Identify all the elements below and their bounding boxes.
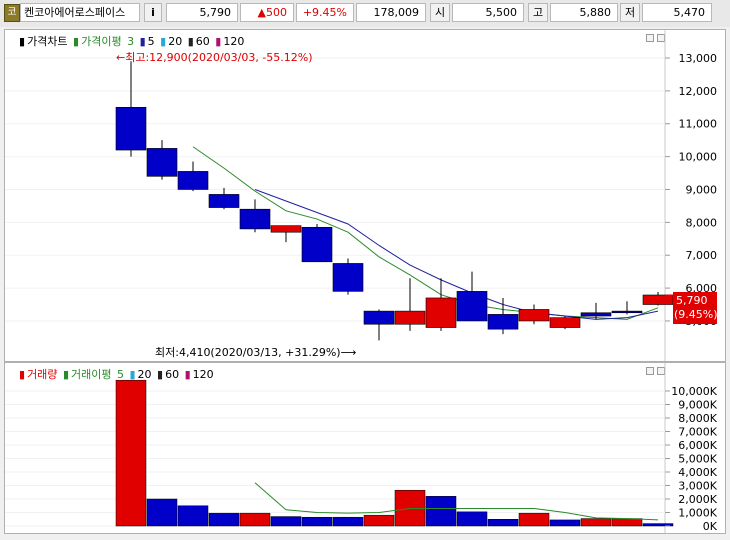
price-ma-short-line [192, 146, 659, 320]
volume-bar [487, 519, 519, 527]
candle-body [177, 171, 209, 190]
y-tick-label: 5,000K [678, 453, 717, 466]
candle-body [146, 148, 178, 177]
candle-body [332, 263, 364, 292]
y-tick-label: 1,000K [678, 507, 717, 520]
volume-bar [363, 514, 395, 527]
candle-body [456, 291, 488, 322]
volume-bar [580, 518, 612, 527]
y-tick-label: 2,000K [678, 493, 717, 506]
volume-bar [239, 512, 271, 527]
candle-body [394, 310, 426, 325]
volume-chart-svg: 10,000K9,000K8,000K7,000K6,000K5,000K4,0… [5, 363, 718, 533]
y-tick-label: 9,000K [678, 399, 717, 412]
price-change-percent: +9.45% [296, 3, 354, 22]
candle-body [208, 194, 240, 208]
low-price: 5,470 [642, 3, 712, 22]
volume-ma-short-line [254, 482, 659, 521]
y-tick-label: 3,000K [678, 480, 717, 493]
y-tick-label: 0K [703, 520, 718, 533]
info-icon[interactable]: i [144, 3, 162, 22]
volume-bar [146, 498, 178, 527]
y-tick-label: 7,000K [678, 426, 717, 439]
stock-name-field[interactable]: 켄코아에어로스페이스 [20, 3, 140, 22]
candle-body [363, 310, 395, 325]
candle-body [425, 297, 457, 328]
min-price-annotation: 최저:4,410(2020/03/13, +31.29%)⟶ [155, 346, 357, 359]
candle-body [301, 226, 333, 263]
high-price: 5,880 [550, 3, 618, 22]
volume-bar [456, 511, 488, 527]
candle-body [270, 225, 302, 233]
y-tick-label: 4,000K [678, 466, 717, 479]
candle-body [518, 309, 550, 322]
y-tick-label: 11,000 [679, 118, 718, 131]
y-tick-label: 10,000K [671, 385, 717, 398]
y-tick-label: 9,000 [686, 183, 718, 196]
open-label: 시 [430, 3, 450, 22]
candle-body [580, 312, 612, 317]
current-price: 5,790 [166, 3, 238, 22]
volume-bar [270, 516, 302, 527]
high-label: 고 [528, 3, 548, 22]
volume-chart-panel[interactable]: ▮ 거래량 ▮ 거래이평 5 ▮ 20 ▮ 60 ▮ 120 10,000K 9,000K 8… [4, 362, 726, 534]
volume-bar [332, 516, 364, 527]
y-tick-label: 7,000 [686, 249, 718, 262]
y-tick-label: 6,000K [678, 439, 717, 452]
y-tick-label: 8,000K [678, 412, 717, 425]
volume-bar [301, 516, 333, 527]
price-change: ▲500 [240, 3, 294, 22]
y-tick-label: 10,000 [679, 151, 718, 164]
volume-bar [549, 519, 581, 527]
volume-bar [208, 512, 240, 527]
stock-info-bar: 코 켄코아에어로스페이스 i 5,790 ▲500 +9.45% 178,009… [0, 0, 730, 27]
price-chart-svg: 13,00012,00011,00010,0009,0008,0007,0006… [5, 30, 718, 361]
candle-body [549, 317, 581, 328]
volume-bar [425, 496, 457, 527]
max-price-annotation: ←최고:12,900(2020/03/03, -55.12%) [116, 51, 313, 64]
volume-bar [115, 379, 147, 527]
trade-volume: 178,009 [356, 3, 426, 22]
y-tick-label: 13,000 [679, 52, 718, 65]
y-tick-label: 8,000 [686, 216, 718, 229]
candle-body [115, 107, 147, 151]
candle-body [642, 294, 674, 305]
low-label: 저 [620, 3, 640, 22]
market-badge: 코 [4, 4, 20, 22]
volume-bar [611, 518, 643, 527]
candle-body [487, 314, 519, 330]
last-price-pct-label: (9.45%) [674, 308, 718, 321]
candle-body [239, 208, 271, 230]
last-price-label: 5,790 [676, 294, 708, 307]
volume-bar [177, 505, 209, 527]
candle-body [611, 310, 643, 314]
open-price: 5,500 [452, 3, 524, 22]
y-tick-label: 12,000 [679, 85, 718, 98]
volume-bar [518, 512, 550, 527]
price-chart-panel[interactable]: ▮ 가격차트 ▮ 가격이평 3 ▮ 5 ▮ 20 ▮ 60 ▮ 120 13,000 12,0… [4, 29, 726, 362]
